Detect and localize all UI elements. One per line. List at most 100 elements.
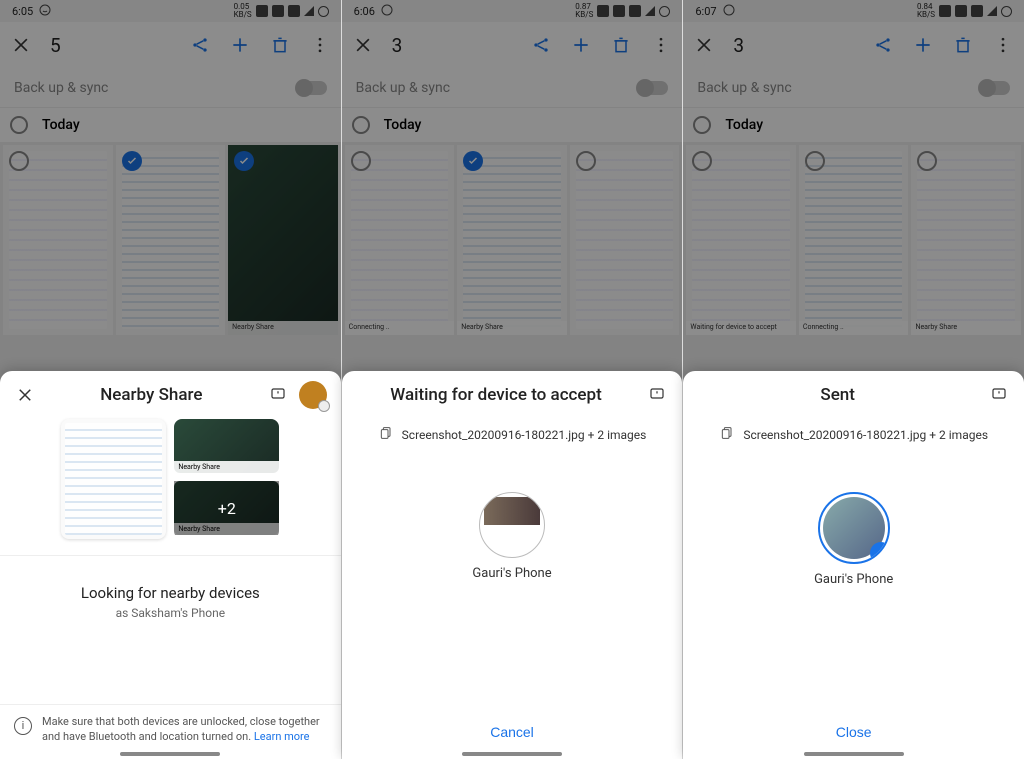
feedback-icon[interactable] — [267, 384, 289, 406]
waiting-sheet: Waiting for device to accept Screenshot_… — [342, 371, 683, 759]
whatsapp-icon — [39, 4, 51, 19]
section-label: Today — [384, 117, 422, 133]
status-time: 6:06 — [354, 5, 375, 18]
close-icon[interactable] — [14, 384, 36, 406]
device-avatar — [484, 497, 540, 525]
plus-icon[interactable] — [570, 34, 592, 56]
backup-label: Back up & sync — [697, 80, 791, 96]
backup-label: Back up & sync — [14, 80, 108, 96]
account-avatar[interactable] — [299, 381, 327, 409]
share-preview-thumbs: Nearby Share Nearby Share — [0, 419, 341, 555]
photo-thumb[interactable] — [570, 145, 680, 335]
status-bar: 6:07 0.84KB/S — [683, 0, 1024, 22]
signal-icon — [304, 6, 314, 16]
unselected-icon[interactable] — [9, 151, 29, 171]
file-summary: Screenshot_20200916-180221.jpg + 2 image… — [683, 419, 1024, 448]
photo-thumb[interactable]: Nearby Share — [228, 145, 338, 335]
signal-icon — [987, 6, 997, 16]
photo-thumb[interactable] — [116, 145, 226, 335]
data-icon — [272, 5, 284, 17]
backup-row: Back up & sync — [0, 68, 341, 108]
selection-toolbar: 3 — [683, 22, 1024, 68]
photo-thumb[interactable]: Nearby Share — [457, 145, 567, 335]
nav-pill[interactable] — [804, 752, 904, 756]
section-header: Today — [0, 108, 341, 142]
feedback-icon[interactable] — [988, 384, 1010, 406]
overflow-icon[interactable] — [309, 34, 331, 56]
selection-count: 5 — [50, 34, 61, 57]
device-name: Gauri's Phone — [472, 566, 551, 581]
section-header: Today — [683, 108, 1024, 142]
select-all-circle[interactable] — [10, 116, 28, 134]
photo-thumb[interactable]: Connecting .. — [799, 145, 909, 335]
unselected-icon[interactable] — [805, 151, 825, 171]
sheet-title: Nearby Share — [46, 385, 257, 405]
nav-pill[interactable] — [462, 752, 562, 756]
sheet-title: Waiting for device to accept — [356, 385, 637, 405]
target-device[interactable]: Gauri's Phone — [342, 492, 683, 581]
battery-icon — [659, 6, 670, 17]
wifi-icon — [629, 5, 641, 17]
phone-screen-1: 6:05 0.05KB/S 5 — [0, 0, 342, 759]
select-all-circle[interactable] — [352, 116, 370, 134]
file-summary: Screenshot_20200916-180221.jpg + 2 image… — [342, 419, 683, 448]
overflow-icon[interactable] — [992, 34, 1014, 56]
photo-thumb[interactable]: Waiting for device to accept — [686, 145, 796, 335]
target-device[interactable]: Gauri's Phone — [683, 492, 1024, 587]
feedback-icon[interactable] — [646, 384, 668, 406]
help-notice: i Make sure that both devices are unlock… — [0, 704, 341, 759]
file-summary-text: Screenshot_20200916-180221.jpg + 2 image… — [402, 428, 647, 442]
close-button[interactable]: Close — [836, 724, 872, 740]
preview-thumb-more: Nearby Share — [174, 481, 279, 535]
whatsapp-icon — [723, 4, 735, 19]
cancel-button[interactable]: Cancel — [490, 724, 534, 740]
wifi-icon — [971, 5, 983, 17]
learn-more-link[interactable]: Learn more — [254, 730, 310, 743]
status-bar: 6:05 0.05KB/S — [0, 0, 341, 22]
close-icon[interactable] — [352, 34, 374, 56]
share-icon[interactable] — [872, 34, 894, 56]
location-icon — [597, 5, 609, 17]
share-icon[interactable] — [189, 34, 211, 56]
overflow-icon[interactable] — [650, 34, 672, 56]
photo-thumb[interactable] — [3, 145, 113, 335]
status-bar: 6:06 0.87KB/S — [342, 0, 683, 22]
select-all-circle[interactable] — [693, 116, 711, 134]
backup-toggle[interactable] — [980, 81, 1010, 95]
copy-icon — [378, 425, 394, 444]
backup-toggle[interactable] — [297, 81, 327, 95]
whatsapp-icon — [381, 4, 393, 19]
section-label: Today — [725, 117, 763, 133]
looking-subtitle: as Saksham's Phone — [10, 606, 331, 620]
selected-icon[interactable] — [234, 151, 254, 171]
nearby-share-sheet: Nearby Share Nearby Share Nearby Share L… — [0, 371, 341, 759]
preview-thumb — [61, 419, 166, 539]
photo-thumb[interactable]: Connecting .. — [345, 145, 455, 335]
file-summary-text: Screenshot_20200916-180221.jpg + 2 image… — [743, 428, 988, 442]
plus-icon[interactable] — [229, 34, 251, 56]
trash-icon[interactable] — [269, 34, 291, 56]
selected-icon[interactable] — [122, 151, 142, 171]
backup-toggle[interactable] — [638, 81, 668, 95]
signal-icon — [645, 6, 655, 16]
trash-icon[interactable] — [610, 34, 632, 56]
sheet-title: Sent — [697, 385, 978, 405]
nav-pill[interactable] — [120, 752, 220, 756]
sent-sheet: Sent Screenshot_20200916-180221.jpg + 2 … — [683, 371, 1024, 759]
phone-screen-3: 6:07 0.84KB/S 3 Back up & sync — [683, 0, 1024, 759]
looking-block: Looking for nearby devices as Saksham's … — [0, 556, 341, 640]
close-icon[interactable] — [10, 34, 32, 56]
data-icon — [955, 5, 967, 17]
check-icon — [870, 542, 890, 564]
share-icon[interactable] — [530, 34, 552, 56]
section-label: Today — [42, 117, 80, 133]
status-time: 6:05 — [12, 5, 33, 18]
close-icon[interactable] — [693, 34, 715, 56]
plus-icon[interactable] — [912, 34, 934, 56]
unselected-icon[interactable] — [576, 151, 596, 171]
unselected-icon[interactable] — [351, 151, 371, 171]
photo-thumb[interactable]: Nearby Share — [911, 145, 1021, 335]
section-header: Today — [342, 108, 683, 142]
backup-label: Back up & sync — [356, 80, 450, 96]
trash-icon[interactable] — [952, 34, 974, 56]
